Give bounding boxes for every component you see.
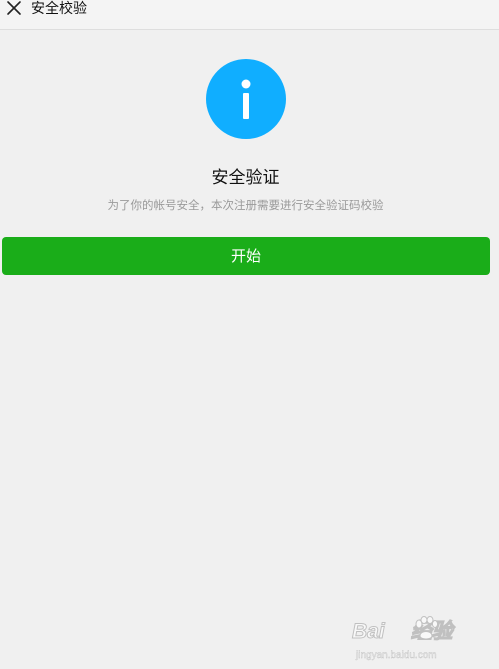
page-title: 安全校验 — [31, 1, 87, 17]
paw-icon — [415, 616, 438, 640]
watermark: Bai 经验 jingyan.baidu.com — [352, 612, 496, 667]
watermark-logo-text: Bai — [352, 620, 386, 644]
info-icon — [206, 59, 286, 139]
close-icon[interactable] — [4, 0, 24, 20]
top-bar: 安全校验 — [0, 0, 499, 30]
start-button[interactable]: 开始 — [2, 237, 490, 275]
watermark-url: jingyan.baidu.com — [356, 650, 437, 661]
description: 为了你的帐号安全，本次注册需要进行安全验证码校验 — [107, 198, 384, 212]
heading: 安全验证 — [211, 168, 280, 188]
